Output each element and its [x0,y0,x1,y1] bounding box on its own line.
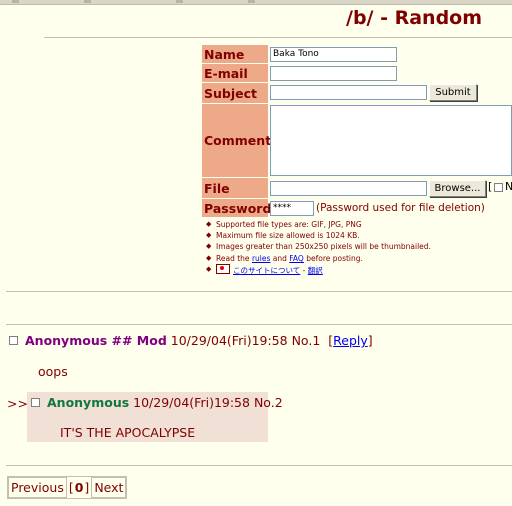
rules-link[interactable]: rules [252,254,270,263]
reply-marker: >> [7,396,28,411]
password-label: Password [202,199,272,217]
comment-field[interactable] [270,105,512,176]
nofile-letter: N [505,180,512,193]
rule-item: ◆ Read the rules and FAQ before posting. [206,253,363,263]
browser-top-strip [0,0,512,5]
pagination: Previous [0] Next [7,476,128,499]
rules-list: ◆ Supported file types are: GIF, JPG, PNG… [206,219,431,276]
post-datetime: 10/29/04(Fri)19:58 [170,333,288,348]
divider [44,37,512,38]
post-datetime: 10/29/04(Fri)19:58 [133,395,250,410]
file-field[interactable] [270,181,427,196]
subject-field[interactable] [270,85,427,100]
rule-item: ◆ Supported file types are: GIF, JPG, PNG [206,220,362,229]
email-label: E-mail [202,64,268,82]
divider [6,291,512,292]
poster-name: Anonymous [47,395,130,410]
poster-name: Anonymous ## Mod [25,333,167,348]
post-header: Anonymous ## Mod 10/29/04(Fri)19:58 No.1… [25,333,373,348]
rule-item: ◆ このサイトについて - 翻訳 [206,263,323,275]
nofile-checkbox[interactable] [494,183,503,192]
post-number[interactable]: No.1 [292,333,321,348]
password-note: (Password used for file deletion) [316,202,485,214]
password-field[interactable]: **** [270,201,314,216]
file-label: File [202,178,268,198]
post-number[interactable]: No.2 [254,395,283,410]
post-message: IT'S THE APOCALYPSE [60,425,196,440]
reply-link[interactable]: Reply [333,333,368,348]
board-title: /b/ - Random [346,7,483,29]
bullet-icon: ◆ [206,253,212,262]
about-link[interactable]: このサイトについて [233,266,300,275]
reply-post: Anonymous 10/29/04(Fri)19:58 No.2 IT'S T… [27,392,283,442]
faq-link[interactable]: FAQ [289,254,304,263]
current-page: [0] [68,480,90,495]
submit-button[interactable]: Submit [429,84,477,101]
bullet-icon: ◆ [206,264,212,273]
previous-button[interactable]: Previous [8,477,67,498]
translation-link[interactable]: 翻訳 [308,266,323,275]
post-header: Anonymous 10/29/04(Fri)19:58 No.2 [47,395,283,410]
rule-item: ◆ Images greater than 250x250 pixels will… [206,242,431,252]
bullet-icon: ◆ [206,242,212,251]
post-message: oops [38,364,68,379]
email-field[interactable] [270,66,397,81]
comment-label: Comment [202,104,271,177]
divider [6,324,512,325]
divider [6,465,512,466]
name-field[interactable]: Baka Tono [270,47,397,62]
rule-item: ◆ Maximum file size allowed is 1024 KB. [206,231,360,241]
japan-flag-icon [216,263,230,274]
delete-checkbox[interactable] [9,336,18,345]
bullet-icon: ◆ [206,220,212,228]
delete-checkbox[interactable] [31,398,40,407]
browse-button[interactable]: Browse... [429,180,486,197]
name-label: Name [202,45,268,63]
bullet-icon: ◆ [206,231,212,240]
bracket-glyph: [ [488,180,493,193]
next-button[interactable]: Next [91,477,127,498]
subject-label: Subject [202,83,268,103]
